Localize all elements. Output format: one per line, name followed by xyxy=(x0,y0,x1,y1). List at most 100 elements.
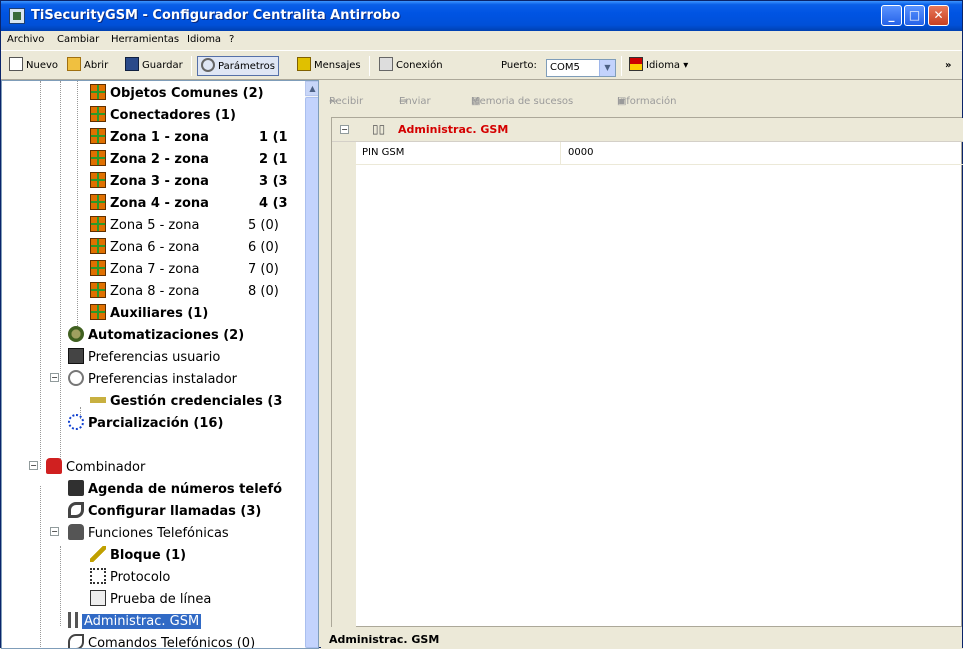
grid-margin xyxy=(332,142,356,627)
dropdown-arrow-icon: ▾ xyxy=(683,60,689,71)
scroll-thumb[interactable] xyxy=(305,97,318,648)
tree-item-zona-6[interactable]: Zona 6 - zona xyxy=(90,237,199,259)
collapse-icon[interactable]: − xyxy=(340,125,349,134)
menu-herramientas[interactable]: Herramientas xyxy=(111,34,179,45)
grid-icon xyxy=(90,216,106,232)
wrench-icon xyxy=(68,370,84,386)
tree-label: Prueba de línea xyxy=(110,592,212,607)
tree-item-zona-1[interactable]: Zona 1 - zona xyxy=(90,127,209,149)
collapse-icon[interactable]: − xyxy=(50,373,59,382)
puerto-value: COM5 xyxy=(550,62,580,73)
tree-item-administrac-gsm[interactable]: Administrac. GSM xyxy=(68,611,202,633)
tree-item-comandos-telefonicos[interactable]: Comandos Telefónicos (0) xyxy=(68,633,255,648)
grid-icon xyxy=(90,304,106,320)
tree-item-gestion-credenciales[interactable]: Gestión credenciales (3 xyxy=(90,391,282,413)
nuevo-button[interactable]: Nuevo xyxy=(9,56,58,76)
tree-item-zona-7[interactable]: Zona 7 - zona xyxy=(90,259,199,281)
tree-guide xyxy=(40,486,41,648)
wrench-icon xyxy=(201,58,215,72)
tree-item-agenda[interactable]: Agenda de números telefó xyxy=(68,479,282,501)
flag-icon xyxy=(629,57,643,71)
grid-icon xyxy=(90,128,106,144)
puerto-select[interactable]: COM5 ▼ xyxy=(546,59,616,77)
tree-label: Zona 5 - zona xyxy=(110,218,200,233)
toolbar-overflow-button[interactable]: » xyxy=(945,56,951,76)
tree-item-preferencias-usuario[interactable]: Preferencias usuario xyxy=(68,347,220,369)
tree-item-zona-3[interactable]: Zona 3 - zona xyxy=(90,171,209,193)
tree-label: Conectadores (1) xyxy=(110,108,236,123)
tree-item-bloque[interactable]: Bloque (1) xyxy=(90,545,186,567)
tree-item-conectadores[interactable]: Conectadores (1) xyxy=(90,105,236,127)
new-file-icon xyxy=(9,57,23,71)
main-toolbar: Nuevo Abrir Guardar Parámetros Mensajes … xyxy=(1,50,962,80)
mensajes-button[interactable]: Mensajes xyxy=(297,56,361,76)
property-row[interactable]: PIN GSM 0000 xyxy=(356,142,963,165)
chevron-down-icon[interactable]: ▼ xyxy=(599,60,615,76)
menu-help[interactable]: ? xyxy=(229,34,234,45)
tree-item-configurar-llamadas[interactable]: Configurar llamadas (3) xyxy=(68,501,261,523)
guardar-button[interactable]: Guardar xyxy=(125,56,183,76)
property-value[interactable]: 0000 xyxy=(568,147,593,158)
tree-view[interactable]: Objetos Comunes (2) Conectadores (1) Zon… xyxy=(1,80,319,649)
grid-icon xyxy=(90,106,106,122)
tree-item-preferencias-instalador[interactable]: Preferencias instalador xyxy=(68,369,237,391)
gsm-icon xyxy=(68,612,78,628)
abrir-button[interactable]: Abrir xyxy=(67,56,108,76)
tree-item-protocolo[interactable]: Protocolo xyxy=(90,567,170,589)
menu-idioma[interactable]: Idioma xyxy=(187,34,221,45)
collapse-icon[interactable]: − xyxy=(29,461,38,470)
tree-label: Parcialización (16) xyxy=(88,416,224,431)
menu-cambiar[interactable]: Cambiar xyxy=(57,34,99,45)
grid-icon xyxy=(90,150,106,166)
recibir-label: Recibir xyxy=(329,96,364,107)
tree-item-automatizaciones[interactable]: Automatizaciones (2) xyxy=(68,325,244,347)
tree-item-count: 6 (0) xyxy=(248,240,279,255)
toolbar-separator xyxy=(369,56,370,76)
scroll-up-icon[interactable]: ▲ xyxy=(305,81,318,96)
conexion-button[interactable]: Conexión xyxy=(379,56,443,76)
tree-item-count: 1 (1 xyxy=(259,130,288,145)
tree-item-prueba-linea[interactable]: Prueba de línea xyxy=(90,589,211,611)
tree-item-count: 3 (3 xyxy=(259,174,288,189)
property-category[interactable]: − ▯▯ Administrac. GSM xyxy=(332,118,963,142)
tree-label: Automatizaciones (2) xyxy=(88,328,245,343)
tree-guide xyxy=(60,81,61,469)
property-description: Administrac. GSM xyxy=(321,631,962,649)
minimize-button[interactable]: _ xyxy=(881,5,902,26)
parametros-button[interactable]: Parámetros xyxy=(197,56,279,76)
tree-scrollbar[interactable]: ▲ xyxy=(305,81,318,648)
phone-icon xyxy=(68,524,84,540)
nuevo-label: Nuevo xyxy=(26,60,59,71)
property-grid[interactable]: − ▯▯ Administrac. GSM PIN GSM 0000 xyxy=(331,117,963,627)
tree-item-zona-8[interactable]: Zona 8 - zona xyxy=(90,281,199,303)
maximize-button[interactable]: □ xyxy=(904,5,925,26)
lightning-icon xyxy=(90,546,106,562)
abrir-label: Abrir xyxy=(84,60,109,71)
tree-item-count: 4 (3 xyxy=(259,196,288,211)
tree-item-parcializacion[interactable]: Parcialización (16) xyxy=(68,413,223,435)
user-settings-icon xyxy=(68,348,84,364)
close-button[interactable]: ✕ xyxy=(928,5,949,26)
tree-label: Zona 7 - zona xyxy=(110,262,200,277)
tree-item-combinador[interactable]: Combinador xyxy=(46,457,145,479)
protocol-icon xyxy=(90,568,106,584)
tree-label: Protocolo xyxy=(110,570,171,585)
title-bar[interactable]: TiSecurityGSM - Configurador Centralita … xyxy=(1,1,962,31)
tree-item-zona-4[interactable]: Zona 4 - zona xyxy=(90,193,209,215)
column-divider xyxy=(560,142,561,165)
tree-label: Agenda de números telefó xyxy=(88,482,283,497)
tree-guide xyxy=(40,81,41,469)
tree-item-funciones-telefonicas[interactable]: Funciones Telefónicas xyxy=(68,523,229,545)
tree-item-count: 2 (1 xyxy=(259,152,288,167)
menu-archivo[interactable]: Archivo xyxy=(7,34,44,45)
parametros-label: Parámetros xyxy=(218,61,275,72)
idioma-button[interactable]: Idioma ▾ xyxy=(629,56,688,76)
tree-item-zona-5[interactable]: Zona 5 - zona xyxy=(90,215,199,237)
tree-item-auxiliares[interactable]: Auxiliares (1) xyxy=(90,303,208,325)
grid-icon xyxy=(90,194,106,210)
tree-item-objetos-comunes[interactable]: Objetos Comunes (2) xyxy=(90,83,264,105)
conexion-label: Conexión xyxy=(396,60,443,71)
tree-item-zona-2[interactable]: Zona 2 - zona xyxy=(90,149,209,171)
collapse-icon[interactable]: − xyxy=(50,527,59,536)
property-name: PIN GSM xyxy=(362,147,405,158)
